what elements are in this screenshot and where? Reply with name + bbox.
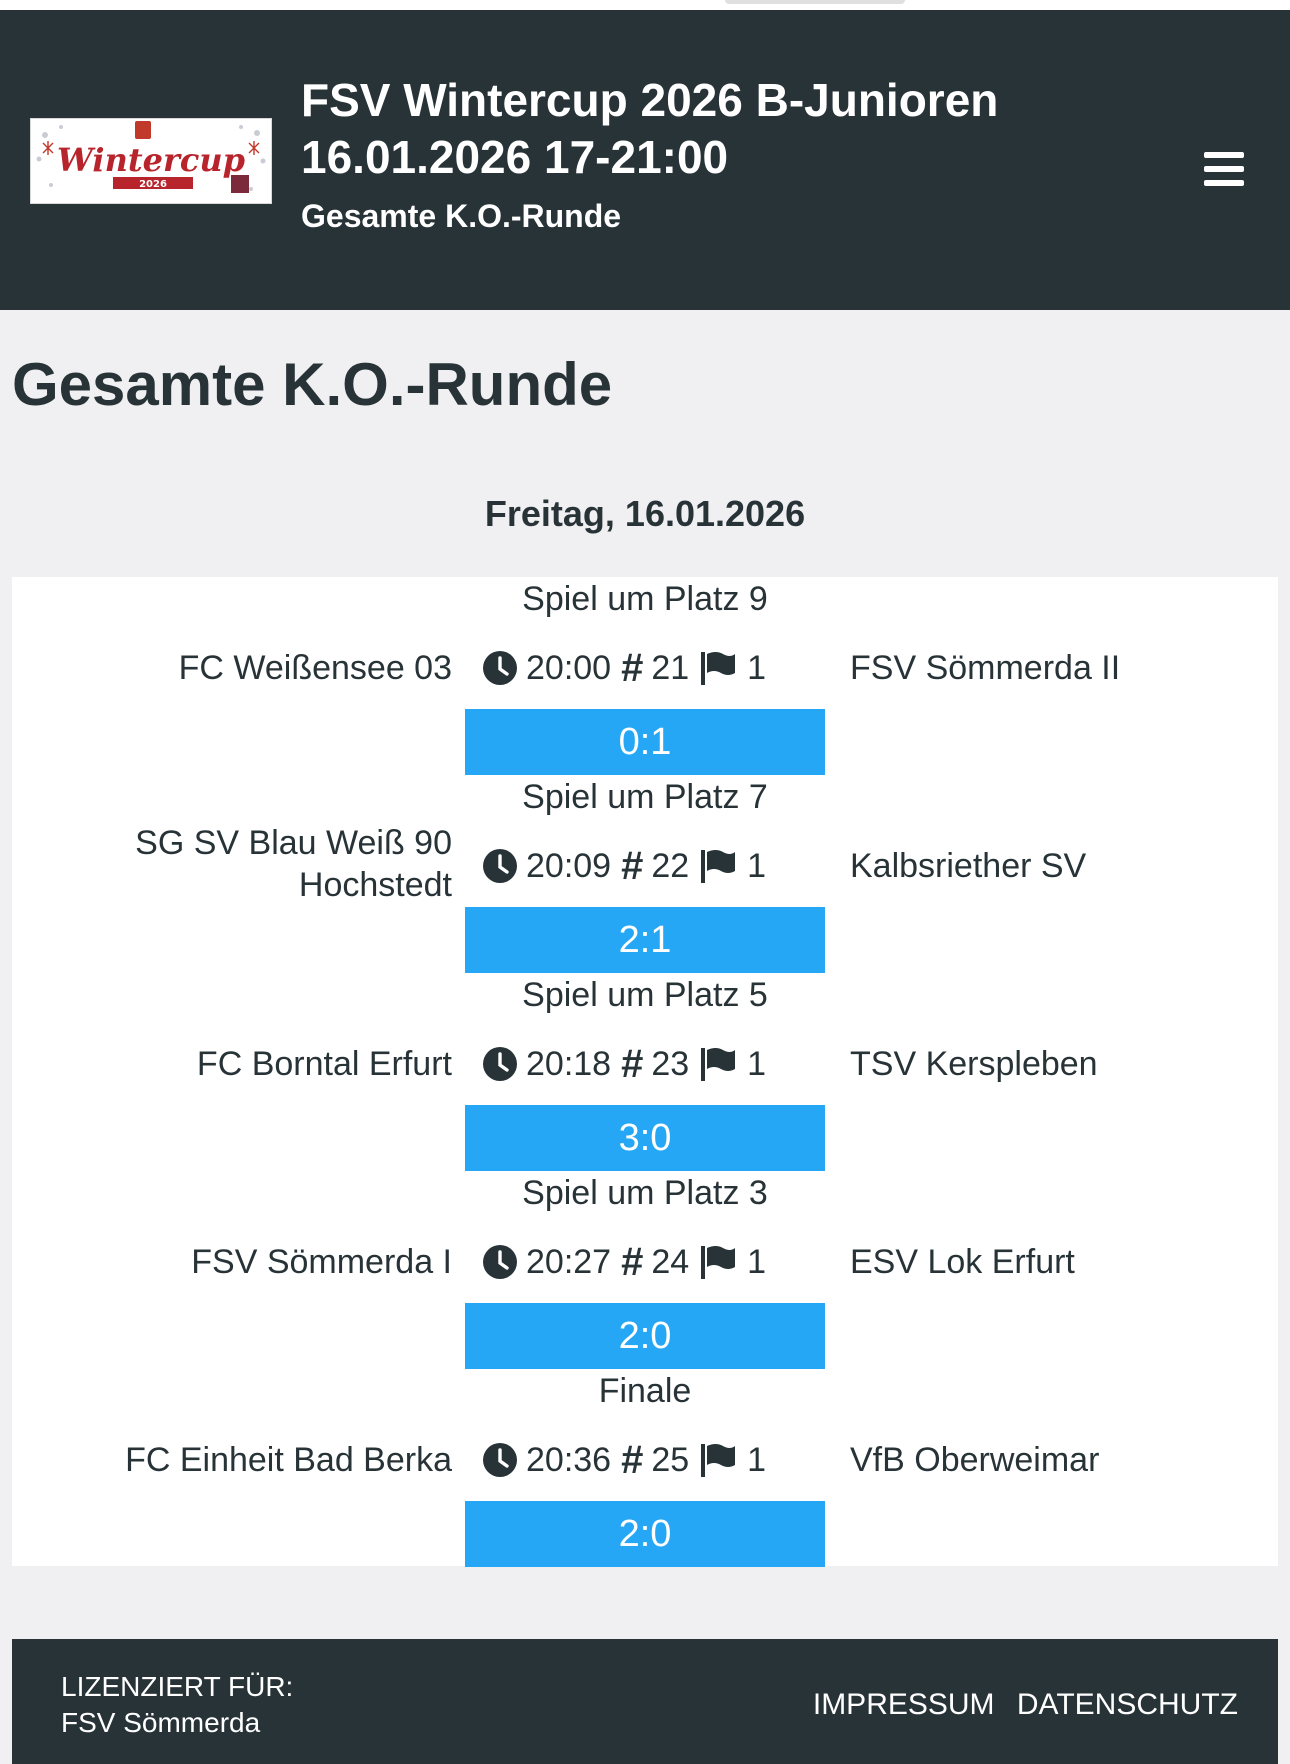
clock-icon: [483, 849, 517, 883]
match-meta: 20:00 # 21 1: [482, 647, 766, 689]
score-button[interactable]: 2:1: [465, 907, 825, 973]
hash-icon: #: [621, 646, 644, 690]
flag-icon: [701, 1444, 736, 1477]
match-row: Finale FC Einheit Bad Berka 20:36 # 25 1…: [12, 1369, 1278, 1567]
match-round: Spiel um Platz 5: [522, 976, 768, 1014]
match-row: Spiel um Platz 9 FC Weißensee 03 20:00 #…: [12, 577, 1278, 775]
clock-icon: [483, 1245, 517, 1279]
match-time: 20:36: [526, 1441, 612, 1479]
hash-icon: #: [621, 844, 644, 888]
match-meta: 20:36 # 25 1: [482, 1439, 766, 1481]
flag-icon: [701, 1048, 736, 1081]
away-team: ESV Lok Erfurt: [850, 1243, 1075, 1281]
home-team: FC Weißensee 03: [178, 649, 452, 687]
match-time: 20:09: [526, 847, 612, 885]
menu-bar: [1204, 166, 1244, 172]
hash-icon: #: [621, 1042, 644, 1086]
away-team: TSV Kerspleben: [850, 1045, 1098, 1083]
match-round: Spiel um Platz 7: [522, 778, 768, 816]
hamburger-menu-icon[interactable]: [1194, 144, 1254, 194]
datenschutz-link[interactable]: DATENSCHUTZ: [1017, 1688, 1238, 1721]
hash-icon: #: [621, 1240, 644, 1284]
clock-icon: [483, 651, 517, 685]
licensed-to: FSV Sömmerda: [61, 1707, 261, 1738]
page-footer: LIZENZIERT FÜR: FSV Sömmerda IMPRESSUM D…: [12, 1639, 1278, 1764]
licensed-label: LIZENZIERT FÜR:: [61, 1671, 294, 1702]
match-round: Spiel um Platz 9: [522, 580, 768, 618]
match-row: Spiel um Platz 3 FSV Sömmerda I 20:27 # …: [12, 1171, 1278, 1369]
wintercup-logo[interactable]: Wintercup 2026: [30, 118, 272, 204]
header-datetime: 16.01.2026 17-21:00: [301, 131, 729, 183]
score-button[interactable]: 2:0: [465, 1501, 825, 1567]
footer-links: IMPRESSUM DATENSCHUTZ: [799, 1687, 1238, 1723]
game-number: 24: [651, 1243, 690, 1281]
home-team: SG SV Blau Weiß 90 Hochstedt: [135, 824, 452, 904]
field-number: 1: [747, 1243, 767, 1281]
match-time: 20:27: [526, 1243, 612, 1281]
field-number: 1: [747, 1045, 767, 1083]
hash-icon: #: [621, 1438, 644, 1482]
header-title: FSV Wintercup 2026 B-Junioren: [301, 74, 999, 126]
clock-icon: [483, 1047, 517, 1081]
match-round: Finale: [598, 1372, 692, 1410]
status-strip: [0, 0, 1290, 10]
app-header: Wintercup 2026 FSV Wintercup 2026 B-Juni…: [0, 10, 1290, 310]
flag-icon: [701, 652, 736, 685]
svg-text:Wintercup: Wintercup: [57, 141, 245, 179]
match-meta: 20:27 # 24 1: [482, 1241, 766, 1283]
menu-bar: [1204, 152, 1244, 158]
match-time: 20:18: [526, 1045, 612, 1083]
impressum-link[interactable]: IMPRESSUM: [813, 1688, 995, 1721]
score-button[interactable]: 2:0: [465, 1303, 825, 1369]
home-team: FC Borntal Erfurt: [196, 1045, 452, 1083]
svg-text:2026: 2026: [139, 179, 167, 190]
away-team: FSV Sömmerda II: [850, 649, 1121, 687]
match-time: 20:00: [526, 649, 612, 687]
match-row: Spiel um Platz 7 SG SV Blau Weiß 90 Hoch…: [12, 775, 1278, 973]
flag-icon: [701, 850, 736, 883]
score-button[interactable]: 3:0: [465, 1105, 825, 1171]
away-team: VfB Oberweimar: [850, 1441, 1100, 1479]
notch-pill: [725, 0, 905, 4]
field-number: 1: [747, 1441, 767, 1479]
date-heading: Freitag, 16.01.2026: [484, 493, 806, 534]
score-button[interactable]: 0:1: [465, 709, 825, 775]
page-title: Gesamte K.O.-Runde: [12, 351, 613, 418]
home-team: FSV Sömmerda I: [191, 1243, 452, 1281]
match-list: Spiel um Platz 9 FC Weißensee 03 20:00 #…: [12, 577, 1278, 1567]
game-number: 25: [651, 1441, 690, 1479]
game-number: 23: [651, 1045, 690, 1083]
away-team: Kalbsriether SV: [850, 847, 1087, 885]
home-team: FC Einheit Bad Berka: [125, 1441, 452, 1479]
game-number: 22: [651, 847, 690, 885]
match-meta: 20:09 # 22 1: [482, 845, 766, 887]
match-row: Spiel um Platz 5 FC Borntal Erfurt 20:18…: [12, 973, 1278, 1171]
flag-icon: [701, 1246, 736, 1279]
clock-icon: [483, 1443, 517, 1477]
logo-graphic: Wintercup 2026: [31, 119, 271, 203]
header-subtitle: Gesamte K.O.-Runde: [301, 198, 622, 234]
field-number: 1: [747, 847, 767, 885]
match-meta: 20:18 # 23 1: [482, 1043, 766, 1085]
match-round: Spiel um Platz 3: [522, 1174, 768, 1212]
field-number: 1: [747, 649, 767, 687]
menu-bar: [1204, 180, 1244, 186]
game-number: 21: [651, 649, 690, 687]
